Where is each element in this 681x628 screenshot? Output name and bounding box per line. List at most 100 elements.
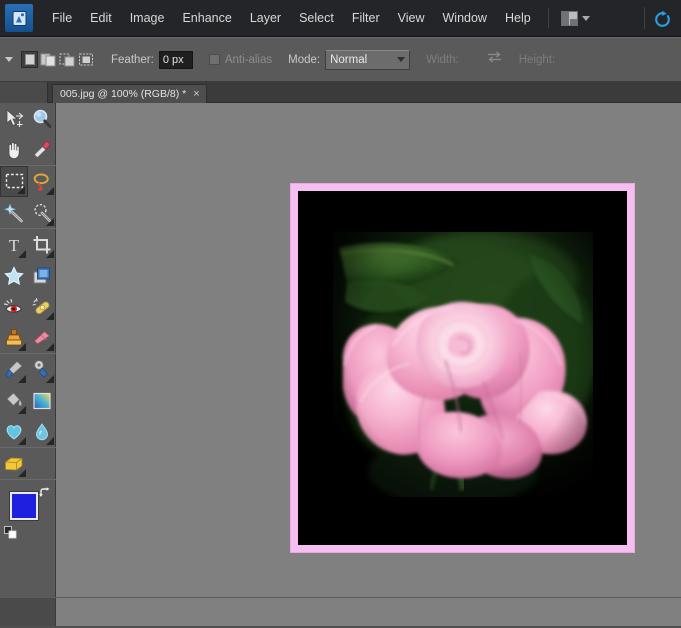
magnifier-icon (33, 109, 52, 128)
blur-tool[interactable] (28, 416, 56, 447)
bottom-bar (0, 597, 681, 628)
gradient-tool[interactable] (28, 385, 56, 416)
intersect-selection-icon (79, 53, 93, 66)
flyout-indicator-icon (46, 437, 54, 445)
flyout-indicator-icon (18, 250, 26, 258)
gradient-icon (33, 392, 51, 409)
feather-label: Feather: (111, 53, 154, 66)
paint-bucket-tool[interactable] (0, 385, 28, 416)
flyout-indicator-icon (46, 218, 54, 226)
intersect-selection-button[interactable] (78, 51, 95, 68)
crop-tool[interactable] (28, 229, 56, 260)
eraser-tool[interactable] (28, 322, 56, 353)
flyout-indicator-icon (18, 343, 26, 351)
tool-options-bar: Feather: 0 px Anti-alias Mode: Normal Wi… (0, 37, 681, 82)
quick-selection-tool[interactable] (28, 197, 56, 228)
brush-tool[interactable] (0, 354, 28, 385)
selection-mode-group (21, 51, 95, 68)
bottom-left-panel (0, 598, 56, 628)
tool-group-edit: T (0, 229, 56, 353)
color-swatch-zone (0, 486, 56, 548)
mode-select[interactable]: Normal (325, 49, 411, 70)
menu-item-file[interactable]: File (43, 7, 81, 29)
reset-workspace-button[interactable] (651, 8, 673, 30)
default-colors-button[interactable] (4, 526, 17, 544)
options-expander-icon[interactable] (5, 57, 13, 62)
chevron-down-icon (581, 15, 590, 21)
flyout-indicator-icon (46, 187, 54, 195)
subtract-from-selection-button[interactable] (59, 51, 76, 68)
menu-item-view[interactable]: View (389, 7, 434, 29)
menu-right-divider (644, 7, 645, 29)
add-to-selection-button[interactable] (40, 51, 57, 68)
width-label: Width: (426, 53, 459, 66)
recompose-tool[interactable] (28, 260, 56, 291)
rose-photograph (333, 232, 593, 497)
menu-item-image[interactable]: Image (121, 7, 174, 29)
tab-bar-gutter (0, 82, 48, 103)
flyout-indicator-icon (18, 469, 26, 477)
foreground-color-swatch[interactable] (9, 491, 39, 521)
rectangular-marquee-tool[interactable] (0, 166, 28, 197)
menu-item-filter[interactable]: Filter (343, 7, 389, 29)
chevron-down-icon (397, 57, 406, 62)
layers-icon (33, 267, 50, 283)
clone-stamp-tool[interactable] (0, 322, 28, 353)
menu-item-window[interactable]: Window (434, 7, 496, 29)
flyout-indicator-icon (18, 437, 26, 445)
hand-icon (8, 141, 20, 159)
menu-item-help[interactable]: Help (496, 7, 540, 29)
height-label: Height: (518, 53, 556, 66)
anti-alias-checkbox[interactable] (208, 54, 220, 65)
new-selection-icon (24, 54, 35, 65)
flyout-indicator-icon (46, 312, 54, 320)
menu-divider (547, 8, 549, 28)
sponge-tool[interactable] (0, 448, 28, 479)
eyedropper-icon (33, 140, 50, 158)
hand-tool[interactable] (0, 134, 28, 165)
lasso-tool[interactable] (28, 166, 56, 197)
swap-dimensions-icon (487, 51, 501, 63)
red-eye-icon (3, 298, 23, 313)
zoom-tool[interactable] (28, 103, 56, 134)
reset-workspace-icon (654, 10, 670, 27)
menu-item-select[interactable]: Select (290, 7, 343, 29)
healing-brush-tool[interactable] (28, 291, 56, 322)
flyout-indicator-icon (17, 186, 25, 194)
canvas-area[interactable] (57, 103, 681, 597)
photoshop-elements-window: File Edit Image Enhance Layer Select Fil… (0, 0, 681, 628)
feather-input[interactable]: 0 px (158, 50, 193, 69)
rose-image-content (333, 232, 593, 497)
app-logo-icon[interactable] (5, 4, 33, 32)
add-to-selection-icon (40, 53, 56, 67)
menu-item-list: File Edit Image Enhance Layer Select Fil… (43, 7, 540, 29)
close-icon[interactable]: × (192, 88, 200, 100)
flyout-indicator-icon (18, 375, 26, 383)
tool-group-paint (0, 354, 56, 447)
menu-item-enhance[interactable]: Enhance (173, 7, 240, 29)
mode-select-value: Normal (330, 53, 368, 66)
new-selection-button[interactable] (21, 51, 38, 68)
menu-item-layer[interactable]: Layer (241, 7, 290, 29)
panel-layout-button[interactable] (557, 9, 594, 28)
smart-brush-tool[interactable] (28, 354, 56, 385)
eyedropper-tool[interactable] (28, 134, 56, 165)
document-tab-005jpg[interactable]: 005.jpg @ 100% (RGB/8) * × (52, 84, 207, 103)
flyout-indicator-icon (46, 375, 54, 383)
red-eye-removal-tool[interactable] (0, 291, 28, 322)
type-tool[interactable]: T (0, 229, 28, 260)
move-icon (6, 108, 24, 127)
cookie-cutter-tool[interactable] (0, 260, 28, 291)
magic-wand-tool[interactable] (0, 197, 28, 228)
shape-tool[interactable] (0, 416, 28, 447)
default-colors-icon (4, 526, 17, 539)
menu-item-edit[interactable]: Edit (81, 7, 121, 29)
swap-dimensions-button[interactable] (486, 50, 503, 69)
move-tool[interactable] (0, 103, 28, 134)
star-shape-icon (4, 265, 24, 285)
subtract-from-selection-icon (59, 53, 75, 67)
menu-bar: File Edit Image Enhance Layer Select Fil… (0, 0, 681, 37)
toolbox: T (0, 103, 56, 597)
swap-colors-button[interactable] (38, 486, 52, 505)
document-window[interactable] (290, 183, 635, 553)
